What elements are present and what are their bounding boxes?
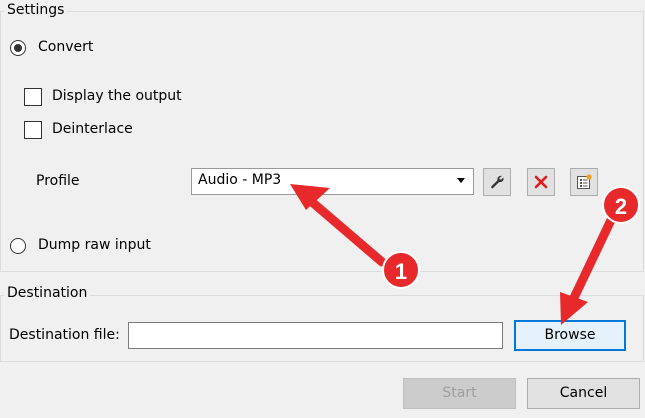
- annotation-arrow-2: [567, 213, 617, 307]
- annotation-arrowhead-1: [290, 184, 330, 210]
- annotation-arrow-1: [300, 191, 387, 267]
- annotation-marker-2-label: 2: [615, 194, 627, 219]
- annotation-marker-1-label: 1: [395, 259, 407, 284]
- annotation-overlay: 1 2: [290, 184, 640, 325]
